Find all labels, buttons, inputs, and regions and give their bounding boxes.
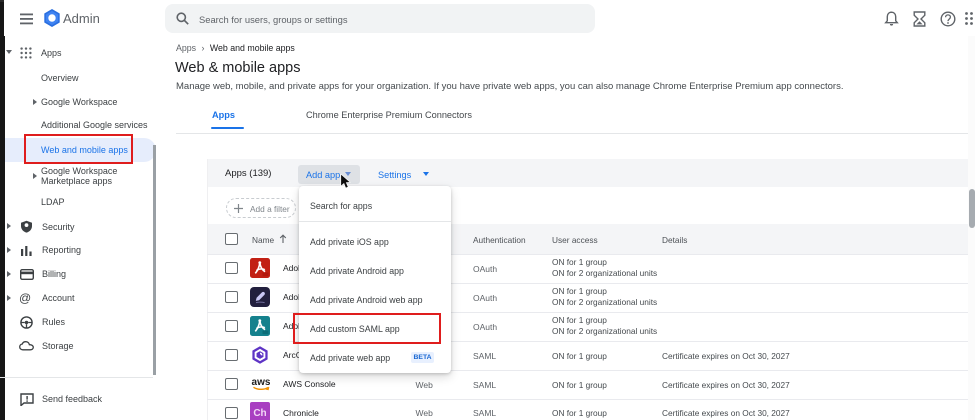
svg-text:Ch: Ch (253, 408, 266, 419)
svg-text:aws: aws (252, 377, 271, 388)
